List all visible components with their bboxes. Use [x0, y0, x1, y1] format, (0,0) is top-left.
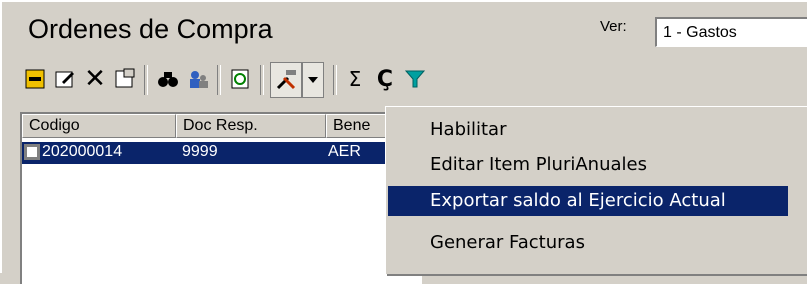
tools-icon[interactable] [270, 62, 302, 98]
dropdown-icon[interactable] [302, 62, 324, 98]
window-title: Ordenes de Compra [28, 14, 273, 44]
cell-codigo: 202000014 [42, 143, 123, 160]
menu-item-generar-facturas[interactable]: Generar Facturas [388, 228, 788, 258]
toolbar: ✕ Σ Ç [20, 62, 807, 99]
filter-icon[interactable] [400, 63, 430, 95]
refresh-icon[interactable] [225, 63, 255, 95]
view-select-value: 1 - Gastos [663, 24, 737, 41]
orders-list[interactable]: Codigo Doc Resp. Bene 202000014 9999 AER [20, 112, 422, 284]
toolbar-separator [333, 65, 337, 95]
column-header-doc-resp[interactable]: Doc Resp. [176, 114, 326, 138]
menu-item-editar-pluri[interactable]: Editar Item PluriAnuales [388, 150, 788, 180]
table-row[interactable]: 202000014 9999 AER [22, 142, 422, 164]
toolbar-separator [144, 65, 148, 95]
row-icon [24, 144, 40, 165]
cedilla-icon[interactable]: Ç [370, 63, 400, 95]
edit-icon[interactable] [50, 63, 80, 95]
context-menu: Habilitar Editar Item PluriAnuales Expor… [385, 106, 807, 274]
users-icon[interactable] [183, 63, 213, 95]
delete-icon[interactable]: ✕ [80, 63, 110, 95]
sum-icon[interactable]: Σ [340, 63, 370, 95]
column-header-codigo[interactable]: Codigo [22, 114, 176, 138]
view-label: Ver: [600, 18, 627, 35]
cell-bene: AER [328, 143, 361, 160]
new-icon[interactable] [20, 63, 50, 95]
menu-item-habilitar[interactable]: Habilitar [388, 115, 788, 145]
view-select[interactable]: 1 - Gastos [655, 17, 807, 47]
toolbar-separator [217, 65, 221, 95]
cell-doc: 9999 [182, 143, 218, 160]
menu-item-exportar-saldo[interactable]: Exportar saldo al Ejercicio Actual [388, 186, 788, 216]
find-icon[interactable] [153, 63, 183, 95]
toolbar-separator [260, 65, 264, 95]
properties-icon[interactable] [110, 63, 140, 95]
